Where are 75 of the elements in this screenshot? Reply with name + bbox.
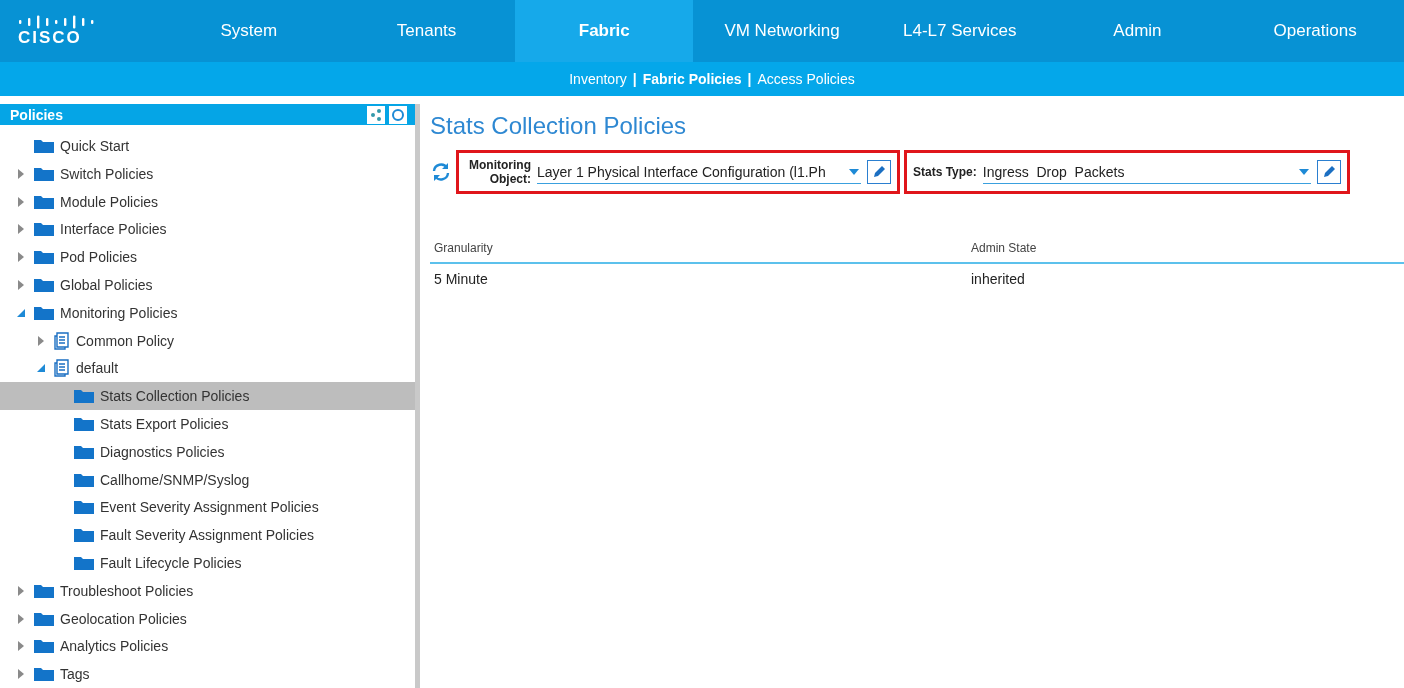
page-title: Stats Collection Policies xyxy=(430,112,688,140)
logo-wordmark: CISCO xyxy=(18,29,83,47)
collapsed-arrow-icon[interactable] xyxy=(16,224,26,235)
caret-icon xyxy=(849,168,859,175)
filter-label: Stats Type: xyxy=(913,165,977,179)
folder-icon xyxy=(34,166,54,181)
separator-text: | xyxy=(632,71,637,87)
folder-icon xyxy=(34,138,54,153)
tree-item[interactable]: Tags xyxy=(0,660,415,688)
tree-item[interactable]: Stats Export Policies xyxy=(0,410,415,438)
folder-icon xyxy=(34,194,54,209)
tree-item[interactable]: Diagnostics Policies xyxy=(0,437,415,466)
tree-item[interactable]: Quick Start xyxy=(0,132,415,160)
folder-icon xyxy=(34,305,54,320)
folder-icon xyxy=(74,555,94,570)
table-cell-text: inherited xyxy=(971,271,1026,287)
column-header: Admin State xyxy=(971,241,1038,255)
pencil-icon xyxy=(1322,165,1336,179)
dropdown-field[interactable]: Ingress Drop Packets xyxy=(982,160,1311,184)
folder-icon xyxy=(74,528,94,543)
folder-icon xyxy=(74,444,94,459)
folder-icon xyxy=(34,222,54,237)
sidebar-title: Policies xyxy=(10,106,63,123)
tree-item[interactable]: Event Severity Assignment Policies xyxy=(0,493,415,522)
collapsed-arrow-icon[interactable] xyxy=(36,335,46,346)
tree-item[interactable]: Global Policies xyxy=(0,271,415,299)
folder-icon xyxy=(34,667,54,682)
expanded-arrow-icon[interactable] xyxy=(36,363,46,374)
tree-item[interactable]: Geolocation Policies xyxy=(0,604,415,633)
folder-icon xyxy=(34,611,54,626)
collapsed-arrow-icon[interactable] xyxy=(16,641,26,652)
filter-label: Monitoring Object: xyxy=(468,158,531,186)
folder-icon xyxy=(74,472,94,487)
separator-text: | xyxy=(747,71,752,87)
document-icon xyxy=(54,359,70,378)
share-icon[interactable] xyxy=(367,105,385,124)
folder-icon xyxy=(74,416,94,431)
collapsed-arrow-icon[interactable] xyxy=(16,613,26,624)
collapsed-arrow-icon[interactable] xyxy=(16,669,26,680)
tree-item[interactable]: default xyxy=(0,354,415,383)
collapsed-arrow-icon[interactable] xyxy=(16,252,26,263)
tree-item[interactable]: Common Policy xyxy=(0,326,415,355)
table-cell-text: 5 Minute xyxy=(434,271,489,287)
refresh-icon[interactable] xyxy=(430,161,452,183)
folder-icon xyxy=(34,250,54,265)
folder-icon xyxy=(34,277,54,292)
tree-item[interactable]: Callhome/SNMP/Syslog xyxy=(0,465,415,494)
folder-icon xyxy=(34,639,54,654)
collapsed-arrow-icon[interactable] xyxy=(16,196,26,207)
tree-item[interactable]: Troubleshoot Policies xyxy=(0,576,415,605)
tree-item[interactable]: Monitoring Policies xyxy=(0,298,415,327)
tree-item[interactable]: Switch Policies xyxy=(0,159,415,188)
folder-icon xyxy=(74,389,94,404)
expanded-arrow-icon[interactable] xyxy=(16,307,26,318)
logo-bars-icon xyxy=(18,15,96,29)
tree-item[interactable]: Fault Severity Assignment Policies xyxy=(0,521,415,549)
column-header: Granularity xyxy=(434,241,494,255)
collapsed-arrow-icon[interactable] xyxy=(16,168,26,179)
edit-button[interactable] xyxy=(867,160,891,184)
tree-item[interactable]: Pod Policies xyxy=(0,243,415,272)
refresh-icon[interactable] xyxy=(389,105,407,124)
pencil-icon xyxy=(872,165,886,179)
edit-button[interactable] xyxy=(1317,160,1341,184)
tree-item[interactable]: Module Policies xyxy=(0,187,415,216)
folder-icon xyxy=(74,500,94,515)
tree-item[interactable]: Interface Policies xyxy=(0,215,415,244)
tree-item[interactable]: Fault Lifecycle Policies xyxy=(0,549,415,577)
document-icon xyxy=(54,331,70,350)
caret-icon xyxy=(1299,168,1309,175)
collapsed-arrow-icon[interactable] xyxy=(16,585,26,596)
tree-item[interactable]: Analytics Policies xyxy=(0,632,415,661)
folder-icon xyxy=(34,583,54,598)
tree-item[interactable]: Stats Collection Policies xyxy=(0,382,415,411)
collapsed-arrow-icon[interactable] xyxy=(16,279,26,290)
dropdown-field[interactable]: Layer 1 Physical Interface Configuration (l1.Ph xyxy=(537,160,861,184)
